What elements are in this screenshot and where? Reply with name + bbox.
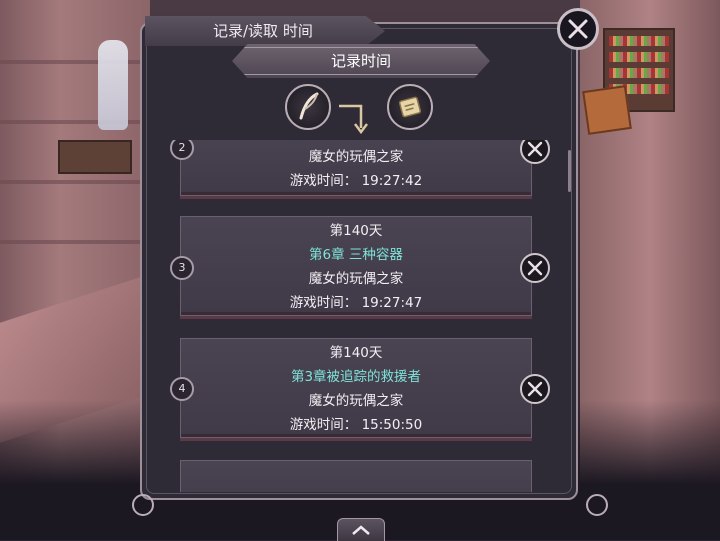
load-mode-button[interactable] (387, 84, 433, 130)
save-slot-list[interactable]: 魔女的玩偶之家 游戏时间： 19:27:42 2 第140天 第6章 三种容器 … (150, 140, 570, 492)
collapse-tab-button[interactable] (337, 518, 385, 541)
save-slot[interactable] (180, 460, 532, 492)
save-slot[interactable]: 第140天 第3章被追踪的救援者 魔女的玩偶之家 游戏时间： 15:50:50 (180, 338, 532, 438)
corner-ornament (132, 494, 154, 516)
close-icon (527, 141, 543, 157)
save-mode-header: 记录时间 (232, 44, 490, 78)
corner-ornament (586, 494, 608, 516)
close-icon (527, 381, 543, 397)
desk (58, 140, 132, 174)
close-icon (527, 260, 543, 276)
slot-playtime: 游戏时间： 15:50:50 (289, 417, 423, 433)
quill-icon (299, 92, 319, 120)
delete-slot-button[interactable] (520, 140, 550, 164)
slot-number: 3 (170, 256, 194, 280)
slot-chapter: 第3章被追踪的救援者 (290, 369, 422, 385)
character-figure (98, 40, 128, 130)
switch-arrow-icon (339, 104, 368, 135)
save-slot[interactable]: 第140天 第6章 三种容器 魔女的玩偶之家 游戏时间： 19:27:47 (180, 216, 532, 316)
book-pile (582, 85, 632, 135)
save-mode-button[interactable] (285, 84, 331, 130)
slot-playtime: 游戏时间： 19:27:47 (289, 295, 423, 311)
slot-location: 魔女的玩偶之家 (308, 393, 404, 409)
slot-playtime: 游戏时间： 19:27:42 (289, 173, 423, 189)
chevron-up-icon (352, 525, 370, 535)
slot-day: 第140天 (329, 345, 383, 361)
slot-chapter: 第6章 三种容器 (309, 247, 403, 263)
slot-day: 第140天 (329, 223, 383, 239)
slot-location: 魔女的玩偶之家 (308, 149, 404, 165)
save-slot[interactable]: 魔女的玩偶之家 游戏时间： 19:27:42 (180, 140, 532, 196)
close-icon (568, 19, 588, 39)
delete-slot-button[interactable] (520, 253, 550, 283)
delete-slot-button[interactable] (520, 374, 550, 404)
slot-location: 魔女的玩偶之家 (308, 271, 404, 287)
dialog-title: 记录/读取 时间 (145, 16, 385, 46)
scroll-icon (398, 96, 422, 118)
close-button[interactable] (557, 8, 599, 50)
list-scrollbar[interactable] (568, 150, 571, 192)
slot-number: 4 (170, 377, 194, 401)
